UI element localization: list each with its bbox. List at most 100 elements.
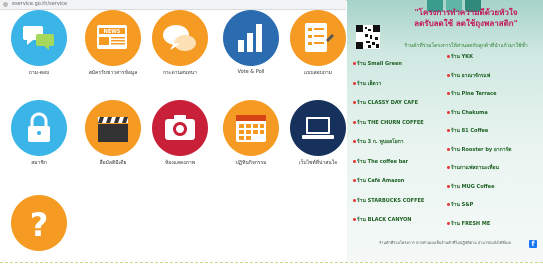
shop-list-item: ร้านกาแฟสถานะเทื่อน (447, 166, 499, 171)
service-tile[interactable]: Vote & Poll (217, 10, 285, 75)
shop-name: ร้าน YKK (451, 54, 474, 60)
campaign-poster: "โครงการทำความดีด้วยหัวใจ ลดรับลดใช้ ลดใ… (347, 0, 543, 262)
location-pin-icon (353, 218, 356, 221)
service-tile-label[interactable]: สมัครรับข่าวสารข้อมูล (79, 69, 147, 77)
shop-list-item: ร้าน STARBUCKS COFFEE (353, 197, 425, 204)
shop-name: ร้าน Chakuma (451, 109, 488, 116)
camera-icon[interactable] (152, 100, 208, 156)
shop-name: ร้าน Café Amazon (357, 178, 405, 184)
location-pin-icon (447, 221, 450, 225)
location-pin-icon (353, 140, 356, 143)
shop-name: ร้าน The coffee bar (357, 158, 409, 165)
service-tile[interactable]: ห้องแสดงภาพ (146, 100, 214, 167)
shop-name: ร้าน BLACK CANYON (357, 217, 412, 223)
service-tile-label[interactable]: สมาชิก (5, 159, 73, 167)
shop-name: ร้านกาแฟสถานะเทื่อน (451, 165, 499, 171)
shop-name: ร้าน CLASSY DAY CAFE (357, 100, 418, 106)
shop-list-item: ร้าน YKK (447, 55, 473, 60)
shop-list-item: ร้าน อาณาจักรแฟ (447, 72, 491, 79)
form-pencil-icon[interactable] (290, 10, 346, 66)
service-tile-label[interactable]: สื่อมัลติมีเดีย (79, 159, 147, 167)
shop-list-item: ร้าน Café Amazon (353, 179, 404, 184)
shop-name: ร้าน Small Green (357, 61, 402, 67)
location-pin-icon (447, 73, 450, 77)
svg-text:?: ? (30, 206, 49, 244)
location-pin-icon (353, 179, 356, 182)
location-pin-icon (447, 92, 450, 95)
location-pin-icon (447, 147, 450, 151)
laptop-icon[interactable] (290, 100, 346, 156)
shop-list-item: ร้าน Chakuma (447, 109, 488, 116)
shop-list-item: ร้าน THE CHURN COFFEE (353, 119, 424, 126)
location-pin-icon (353, 81, 356, 85)
location-pin-icon (447, 203, 450, 206)
address-bar[interactable]: eservice.go.th/service (0, 0, 346, 10)
location-pin-icon (447, 184, 450, 188)
shop-list-item: ร้าน Rooster by อาการัด (447, 146, 512, 153)
qr-code-icon (356, 25, 380, 49)
lock-icon (3, 2, 8, 7)
poster-title-line2: ลดรับลดใช้ ลดใช้ถุงพลาสติก" (414, 19, 518, 28)
location-pin-icon (353, 159, 356, 163)
shop-name: ร้าน อาณาจักรแฟ (451, 72, 491, 79)
service-tile[interactable]: NEWS สมัครรับข่าวสารข้อมูล (79, 10, 147, 77)
location-pin-icon (353, 120, 356, 124)
shop-name: ร้าน 81 Coffee (451, 128, 489, 134)
shop-list-item: ร้าน Small Green (353, 62, 402, 67)
location-pin-icon (353, 101, 356, 104)
shop-list-item: ร้าน S&P (447, 203, 473, 208)
shop-list-item: ร้าน Pine Terrace (447, 92, 497, 97)
clapperboard-icon[interactable] (85, 100, 141, 156)
shop-list-item: ร้าน The coffee bar (353, 158, 409, 165)
shop-name: ร้าน Pine Terrace (451, 91, 497, 97)
svg-text:NEWS: NEWS (104, 29, 121, 35)
location-pin-icon (447, 129, 450, 132)
service-tile[interactable]: สื่อมัลติมีเดีย (79, 100, 147, 167)
shop-name: ร้าน THE CHURN COFFEE (357, 119, 424, 126)
service-tile[interactable]: แบบสอบถาม (284, 10, 346, 77)
service-tile-label[interactable]: ถาม-ตอบ (5, 69, 73, 77)
shop-name: ร้าน FRESH ME (451, 220, 491, 227)
service-tile[interactable]: เว็บไซต์ที่น่าสนใจ (284, 100, 346, 167)
location-pin-icon (447, 110, 450, 114)
lock-icon[interactable] (11, 100, 67, 156)
news-icon[interactable]: NEWS (85, 10, 141, 66)
shop-list-item: ร้าน MUG Coffee (447, 183, 495, 190)
chat-bubbles-icon[interactable] (11, 10, 67, 66)
shop-list-item: ร้าน BLACK CANYON (353, 218, 411, 223)
service-tile[interactable]: สมาชิก (5, 100, 73, 167)
shop-name: ร้าน เฮ็ดวา (357, 80, 382, 87)
bottom-border (0, 262, 543, 263)
calendar-icon[interactable] (223, 100, 279, 156)
poster-footer-note: ร้านค้าที่ร่วมโครงการ หากท่านพบเห็นร้านค… (379, 240, 511, 245)
service-tile[interactable]: ? (5, 195, 73, 254)
speech-bubbles-icon[interactable] (152, 10, 208, 66)
location-pin-icon (447, 166, 450, 169)
shop-list-item: ร้าน 3 ก. ทูบอลโยกา (353, 140, 404, 145)
bar-chart-icon[interactable] (223, 10, 279, 66)
service-tile-label[interactable]: กระดานสนทนา (146, 69, 214, 77)
shop-name: ร้าน MUG Coffee (451, 183, 495, 190)
service-tile[interactable]: กระดานสนทนา (146, 10, 214, 77)
poster-subtitle: ร้านค้าที่ร่วมโครงการให้ส่วนลดกับลูกค้าท… (404, 43, 528, 49)
service-tile-label[interactable]: ห้องแสดงภาพ (146, 159, 214, 167)
shop-list-item: ร้าน 81 Coffee (447, 129, 488, 134)
shop-name: ร้าน STARBUCKS COFFEE (357, 197, 425, 204)
shop-name: ร้าน 3 ก. ทูบอลโยกา (357, 139, 404, 145)
shop-list-item: ร้าน CLASSY DAY CAFE (353, 101, 418, 106)
location-pin-icon (447, 55, 450, 58)
facebook-icon: f (529, 240, 537, 248)
location-pin-icon (353, 198, 356, 202)
shop-list-item: ร้าน เฮ็ดวา (353, 80, 382, 87)
service-tile[interactable]: ถาม-ตอบ (5, 10, 73, 77)
shop-name: ร้าน S&P (451, 202, 474, 208)
question-mark-icon[interactable]: ? (11, 195, 67, 251)
browser-window: eservice.go.th/service ถาม-ตอบ NEWS สมัครร… (0, 0, 346, 262)
service-tile-label[interactable]: แบบสอบถาม (284, 69, 346, 77)
shop-name: ร้าน Rooster by อาการัด (451, 146, 512, 153)
service-tile[interactable]: ปฏิทินกิจกรรม (217, 100, 285, 167)
service-tile-label[interactable]: เว็บไซต์ที่น่าสนใจ (284, 159, 346, 167)
service-tile-label[interactable]: ปฏิทินกิจกรรม (217, 159, 285, 167)
service-tile-label[interactable]: Vote & Poll (217, 69, 285, 75)
url-text: eservice.go.th/service (12, 1, 68, 7)
